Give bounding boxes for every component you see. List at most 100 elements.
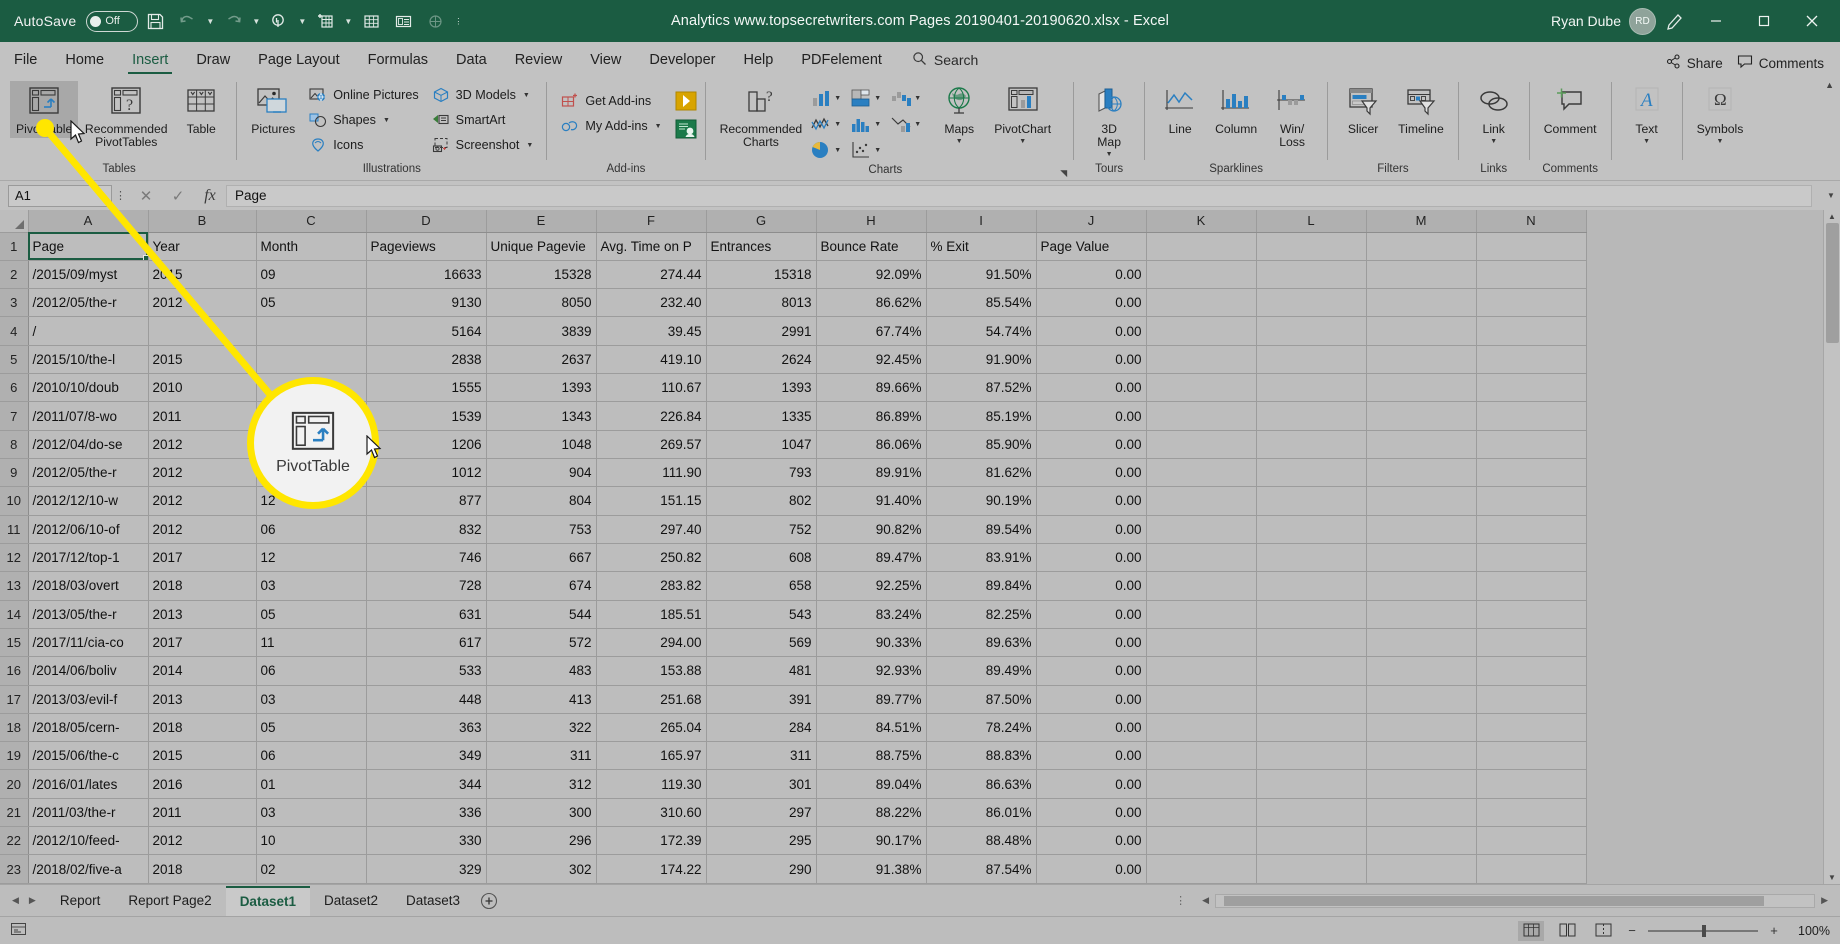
cell-H6[interactable]: 89.66% <box>816 373 927 403</box>
cell-D3[interactable]: 9130 <box>366 288 487 318</box>
cell-C12[interactable]: 12 <box>256 543 367 573</box>
sparkline-column-button[interactable]: Column <box>1209 81 1263 138</box>
cell-F4[interactable]: 39.45 <box>596 316 707 346</box>
cell-G19[interactable]: 311 <box>706 741 817 771</box>
combo-chart-button[interactable]: ▼ <box>890 114 930 134</box>
cell-D4[interactable]: 5164 <box>366 316 487 346</box>
3d-models-caret-icon[interactable]: ▼ <box>523 92 530 99</box>
hscroll-right-icon[interactable]: ▶ <box>1815 895 1834 906</box>
formula-bar-handle[interactable]: ⋮ <box>112 189 130 202</box>
cell-F10[interactable]: 151.15 <box>596 486 707 516</box>
cell-D12[interactable]: 746 <box>366 543 487 573</box>
cell-J3[interactable]: 0.00 <box>1036 288 1147 318</box>
row-header-10[interactable]: 10 <box>0 486 29 516</box>
cell-L23[interactable] <box>1256 854 1367 884</box>
autosave-toggle[interactable]: Off <box>86 10 139 32</box>
3d-models-button[interactable]: 3D Models ▼ <box>426 83 539 107</box>
cell-H19[interactable]: 88.75% <box>816 741 927 771</box>
cell-K13[interactable] <box>1146 571 1257 601</box>
cell-H17[interactable]: 89.77% <box>816 685 927 714</box>
cell-L22[interactable] <box>1256 826 1367 856</box>
cell-G8[interactable]: 1047 <box>706 430 817 460</box>
cell-D2[interactable]: 16633 <box>366 260 487 290</box>
cell-E17[interactable]: 413 <box>486 685 597 714</box>
cell-K22[interactable] <box>1146 826 1257 856</box>
bing-maps-addin-icon[interactable] <box>675 91 697 114</box>
cell-M22[interactable] <box>1366 826 1477 856</box>
worksheet-grid[interactable]: A B C D E F G H I J K L M N 1 Page Year … <box>0 210 1587 884</box>
cell-B20[interactable]: 2016 <box>148 769 257 799</box>
cell-A5[interactable]: /2015/10/the-l <box>28 345 149 375</box>
zoom-out-button[interactable]: − <box>1626 923 1638 938</box>
close-button[interactable] <box>1790 0 1834 42</box>
cell-F5[interactable]: 419.10 <box>596 345 707 375</box>
cell-M3[interactable] <box>1366 288 1477 318</box>
cell-N11[interactable] <box>1476 515 1587 544</box>
cell-M4[interactable] <box>1366 316 1477 346</box>
cell-F14[interactable]: 185.51 <box>596 600 707 629</box>
screenshot-caret-icon[interactable]: ▼ <box>526 142 533 149</box>
sheet-tab-dataset3[interactable]: Dataset3 <box>392 886 474 916</box>
cell-I13[interactable]: 89.84% <box>926 571 1037 601</box>
text-caret-icon[interactable]: ▼ <box>1643 138 1650 145</box>
cell-K20[interactable] <box>1146 769 1257 799</box>
grid-icon[interactable] <box>356 7 386 35</box>
cell-J15[interactable]: 0.00 <box>1036 628 1147 658</box>
search-input[interactable]: Search <box>896 44 988 76</box>
cell-B11[interactable]: 2012 <box>148 515 257 544</box>
cell-M18[interactable] <box>1366 713 1477 743</box>
column-header-e[interactable]: E <box>486 210 597 233</box>
cell-D21[interactable]: 336 <box>366 798 487 828</box>
cell-C11[interactable]: 06 <box>256 515 367 544</box>
cell-G5[interactable]: 2624 <box>706 345 817 375</box>
cell-I9[interactable]: 81.62% <box>926 458 1037 488</box>
cell-K6[interactable] <box>1146 373 1257 403</box>
cell-L10[interactable] <box>1256 486 1367 516</box>
cell-J5[interactable]: 0.00 <box>1036 345 1147 375</box>
cell-J2[interactable]: 0.00 <box>1036 260 1147 290</box>
my-addins-button[interactable]: My Add-ins ▼ <box>555 114 666 138</box>
cell-A12[interactable]: /2017/12/top-1 <box>28 543 149 573</box>
row-header-13[interactable]: 13 <box>0 571 29 601</box>
row-header-18[interactable]: 18 <box>0 713 29 743</box>
icons-button[interactable]: Icons <box>303 133 423 157</box>
line-chart-caret-icon[interactable]: ▼ <box>834 121 841 128</box>
column-header-h[interactable]: H <box>816 210 927 233</box>
redo-icon[interactable] <box>218 7 248 35</box>
cell-N10[interactable] <box>1476 486 1587 516</box>
pivotchart-caret-icon[interactable]: ▼ <box>1019 138 1026 145</box>
row-header-20[interactable]: 20 <box>0 769 29 799</box>
cell-G14[interactable]: 543 <box>706 600 817 629</box>
cell-C21[interactable]: 03 <box>256 798 367 828</box>
cell-D16[interactable]: 533 <box>366 656 487 686</box>
sheet-prev-icon[interactable]: ◀ <box>12 895 19 906</box>
cell-D18[interactable]: 363 <box>366 713 487 743</box>
cell-L18[interactable] <box>1256 713 1367 743</box>
cell-M8[interactable] <box>1366 430 1477 460</box>
cell-N8[interactable] <box>1476 430 1587 460</box>
line-chart-button[interactable]: ▼ <box>810 114 850 134</box>
cell-D13[interactable]: 728 <box>366 571 487 601</box>
cell-I15[interactable]: 89.63% <box>926 628 1037 658</box>
cell-G18[interactable]: 284 <box>706 713 817 743</box>
cell-G20[interactable]: 301 <box>706 769 817 799</box>
cell-J10[interactable]: 0.00 <box>1036 486 1147 516</box>
cell-K3[interactable] <box>1146 288 1257 318</box>
cell-F22[interactable]: 172.39 <box>596 826 707 856</box>
new-sheet-icon[interactable] <box>310 7 340 35</box>
cell-N7[interactable] <box>1476 401 1587 431</box>
cell-N5[interactable] <box>1476 345 1587 375</box>
column-header-j[interactable]: J <box>1036 210 1147 233</box>
row-header-8[interactable]: 8 <box>0 430 29 460</box>
waterfall-chart-caret-icon[interactable]: ▼ <box>914 95 921 102</box>
pie-chart-button[interactable]: ▼ <box>810 140 850 160</box>
cell-H15[interactable]: 90.33% <box>816 628 927 658</box>
cell-B21[interactable]: 2011 <box>148 798 257 828</box>
row-header-9[interactable]: 9 <box>0 458 29 488</box>
cell-G9[interactable]: 793 <box>706 458 817 488</box>
cell-A19[interactable]: /2015/06/the-c <box>28 741 149 771</box>
cell-C14[interactable]: 05 <box>256 600 367 629</box>
cell-K14[interactable] <box>1146 600 1257 629</box>
save-icon[interactable] <box>140 7 170 35</box>
cell-E23[interactable]: 302 <box>486 854 597 884</box>
